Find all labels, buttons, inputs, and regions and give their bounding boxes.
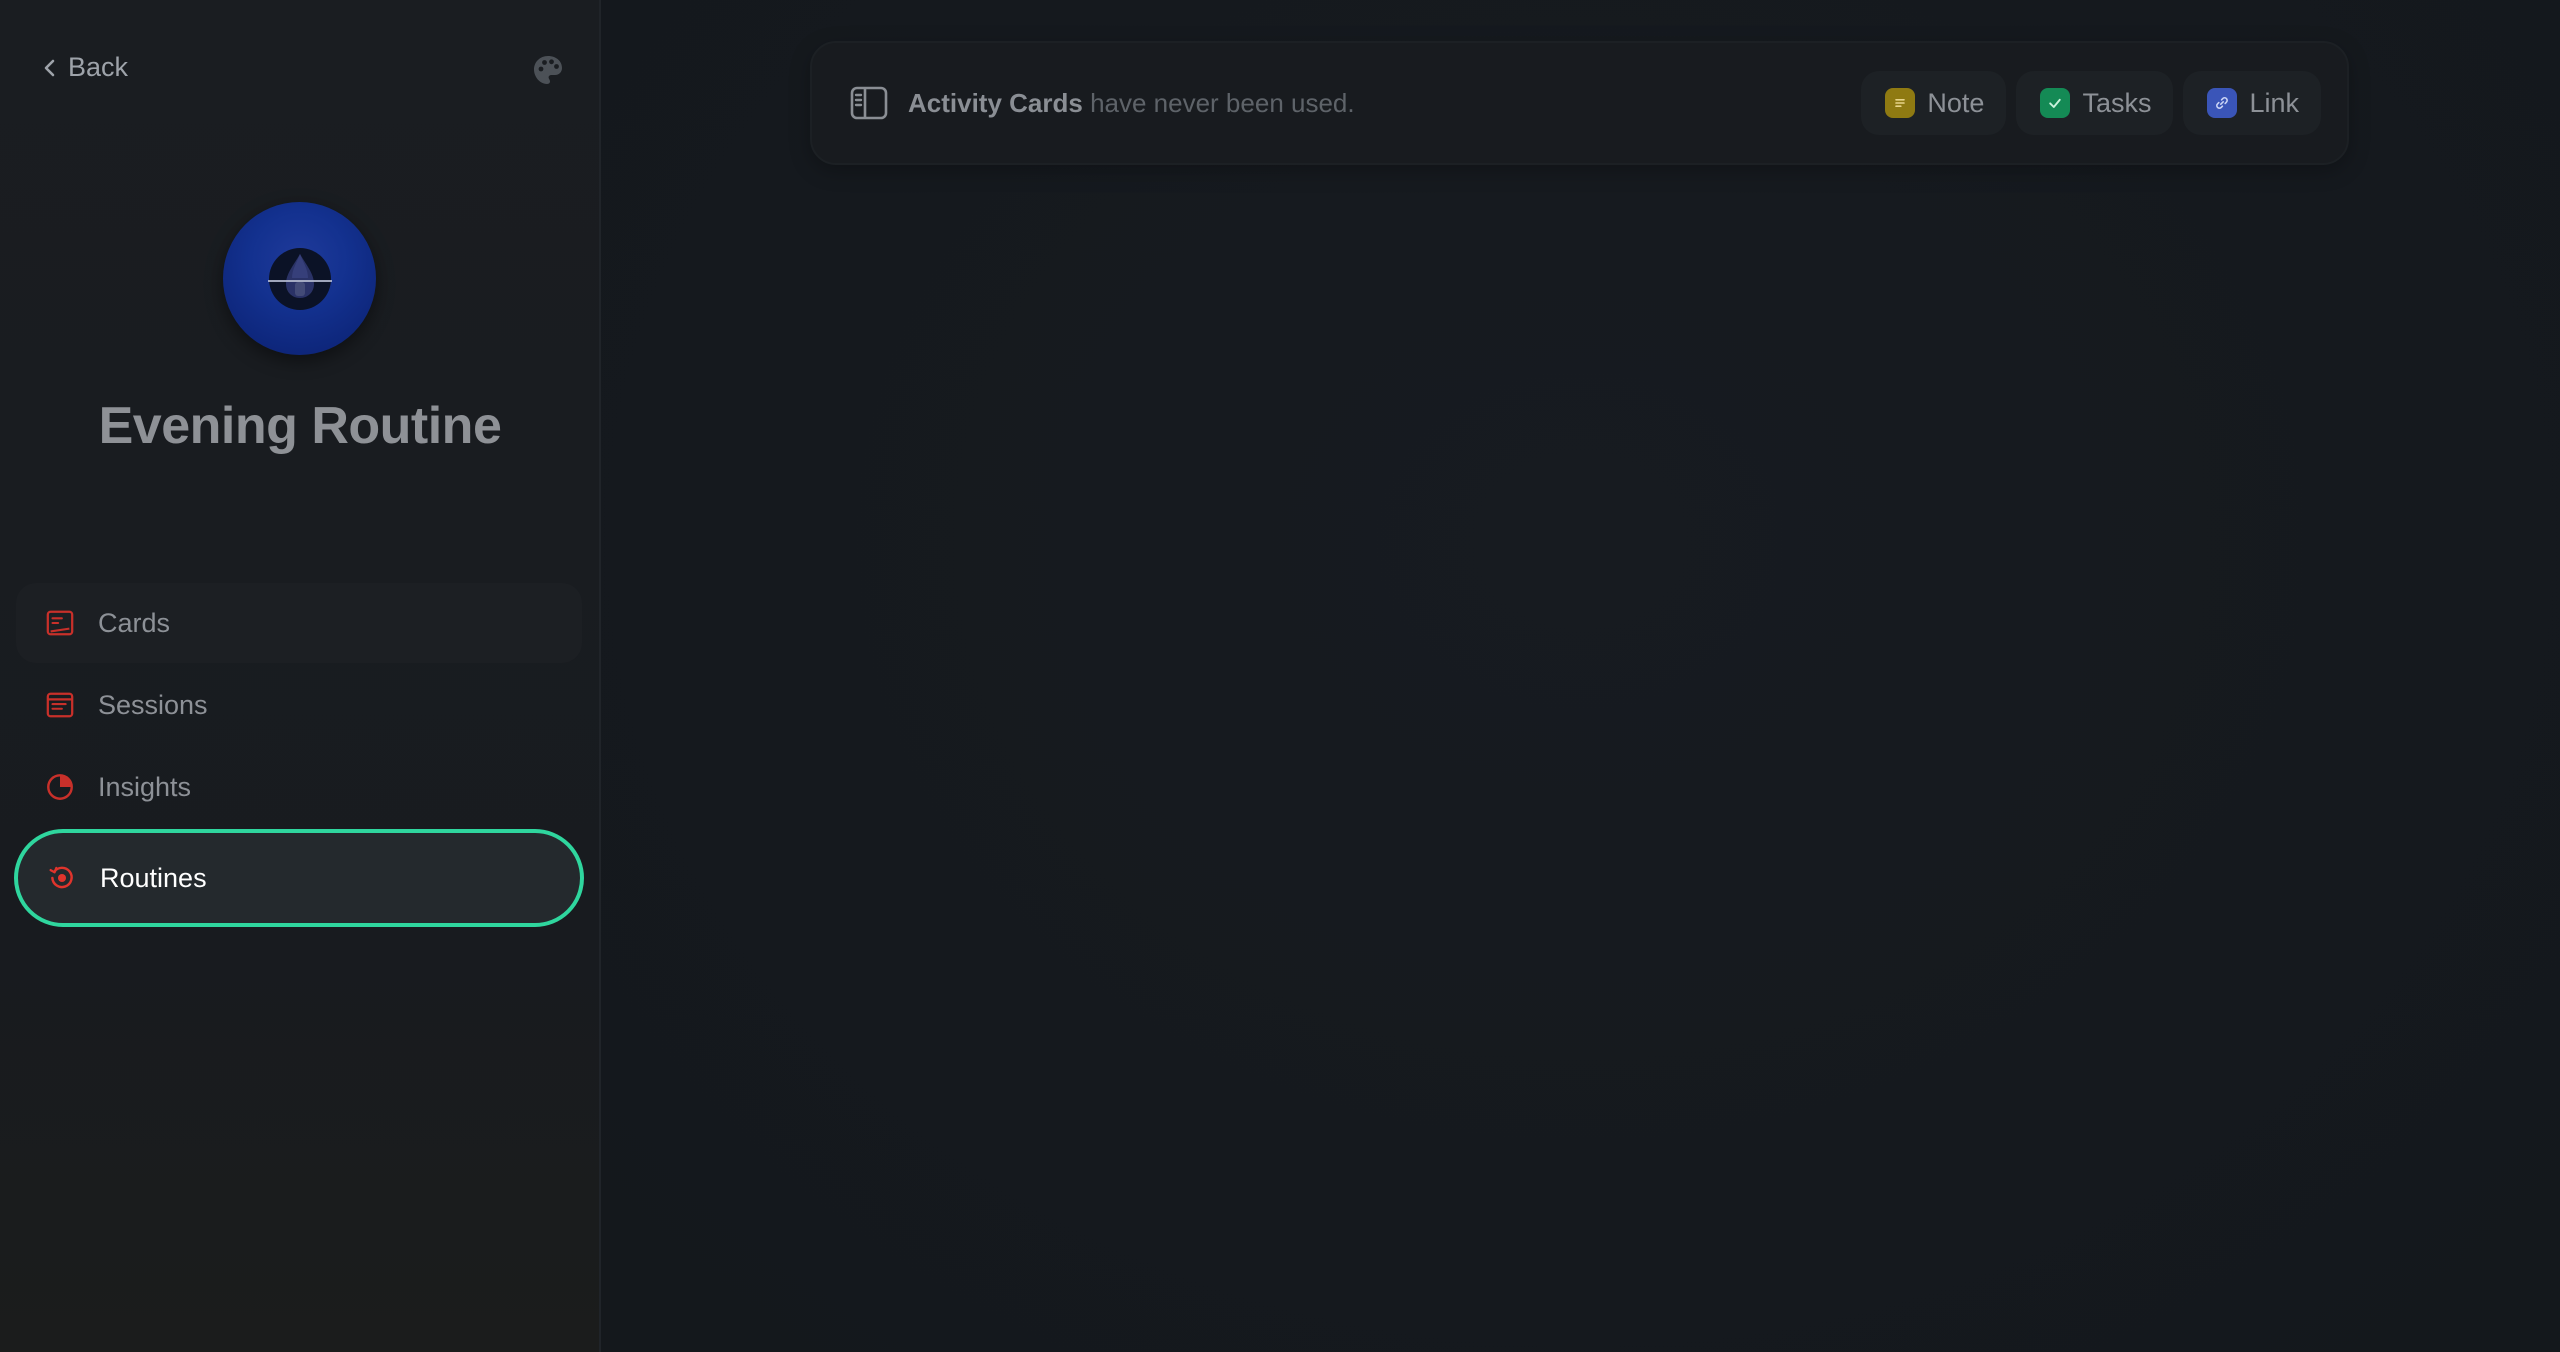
sidebar-item-label: Cards: [98, 607, 171, 638]
sidebar-item-cards[interactable]: Cards: [16, 583, 582, 663]
palette-button[interactable]: [532, 54, 564, 86]
tasks-button[interactable]: Tasks: [2016, 71, 2174, 135]
sidebar-item-sessions[interactable]: Sessions: [16, 665, 582, 745]
sidebar: Back Evening Routine Cards Sessions Insi…: [0, 0, 601, 1352]
activity-cards-label: Activity Cards: [908, 87, 1083, 118]
app-window: Back Evening Routine Cards Sessions Insi…: [0, 0, 2560, 1352]
sidebar-item-label: Insights: [98, 771, 192, 802]
sidebar-item-label: Routines: [100, 862, 207, 893]
chevron-left-icon: [44, 59, 55, 76]
sessions-icon: [44, 689, 76, 721]
back-button[interactable]: Back: [40, 52, 128, 83]
activity-toolbar: Activity Cards have never been used. Not…: [810, 41, 2349, 165]
activity-status-message: Activity Cards have never been used.: [908, 88, 1355, 119]
profile-title: Evening Routine: [98, 397, 502, 455]
pie-chart-icon: [44, 771, 76, 803]
cards-icon: [44, 607, 76, 639]
avatar: [223, 202, 376, 355]
activity-status-text: have never been used.: [1082, 87, 1355, 118]
link-icon: [2207, 88, 2238, 118]
sidebar-nav: Cards Sessions Insights Routines: [14, 583, 584, 929]
back-label: Back: [68, 52, 129, 82]
sidebar-item-routines[interactable]: Routines: [14, 829, 584, 927]
check-icon: [2040, 88, 2071, 118]
routine-icon: [46, 862, 78, 894]
link-button[interactable]: Link: [2183, 71, 2321, 135]
sidebar-item-label: Sessions: [98, 689, 208, 720]
sidebar-panel-icon[interactable]: [850, 86, 888, 120]
note-icon: [1885, 88, 1916, 118]
main-content: Activity Cards have never been used. Not…: [601, 0, 2560, 1352]
link-label: Link: [2249, 87, 2299, 118]
sidebar-item-insights[interactable]: Insights: [16, 747, 582, 827]
note-label: Note: [1927, 87, 1985, 118]
tasks-label: Tasks: [2082, 87, 2152, 118]
note-button[interactable]: Note: [1861, 71, 2007, 135]
palette-icon: [534, 56, 562, 84]
drop-icon: [267, 247, 332, 310]
